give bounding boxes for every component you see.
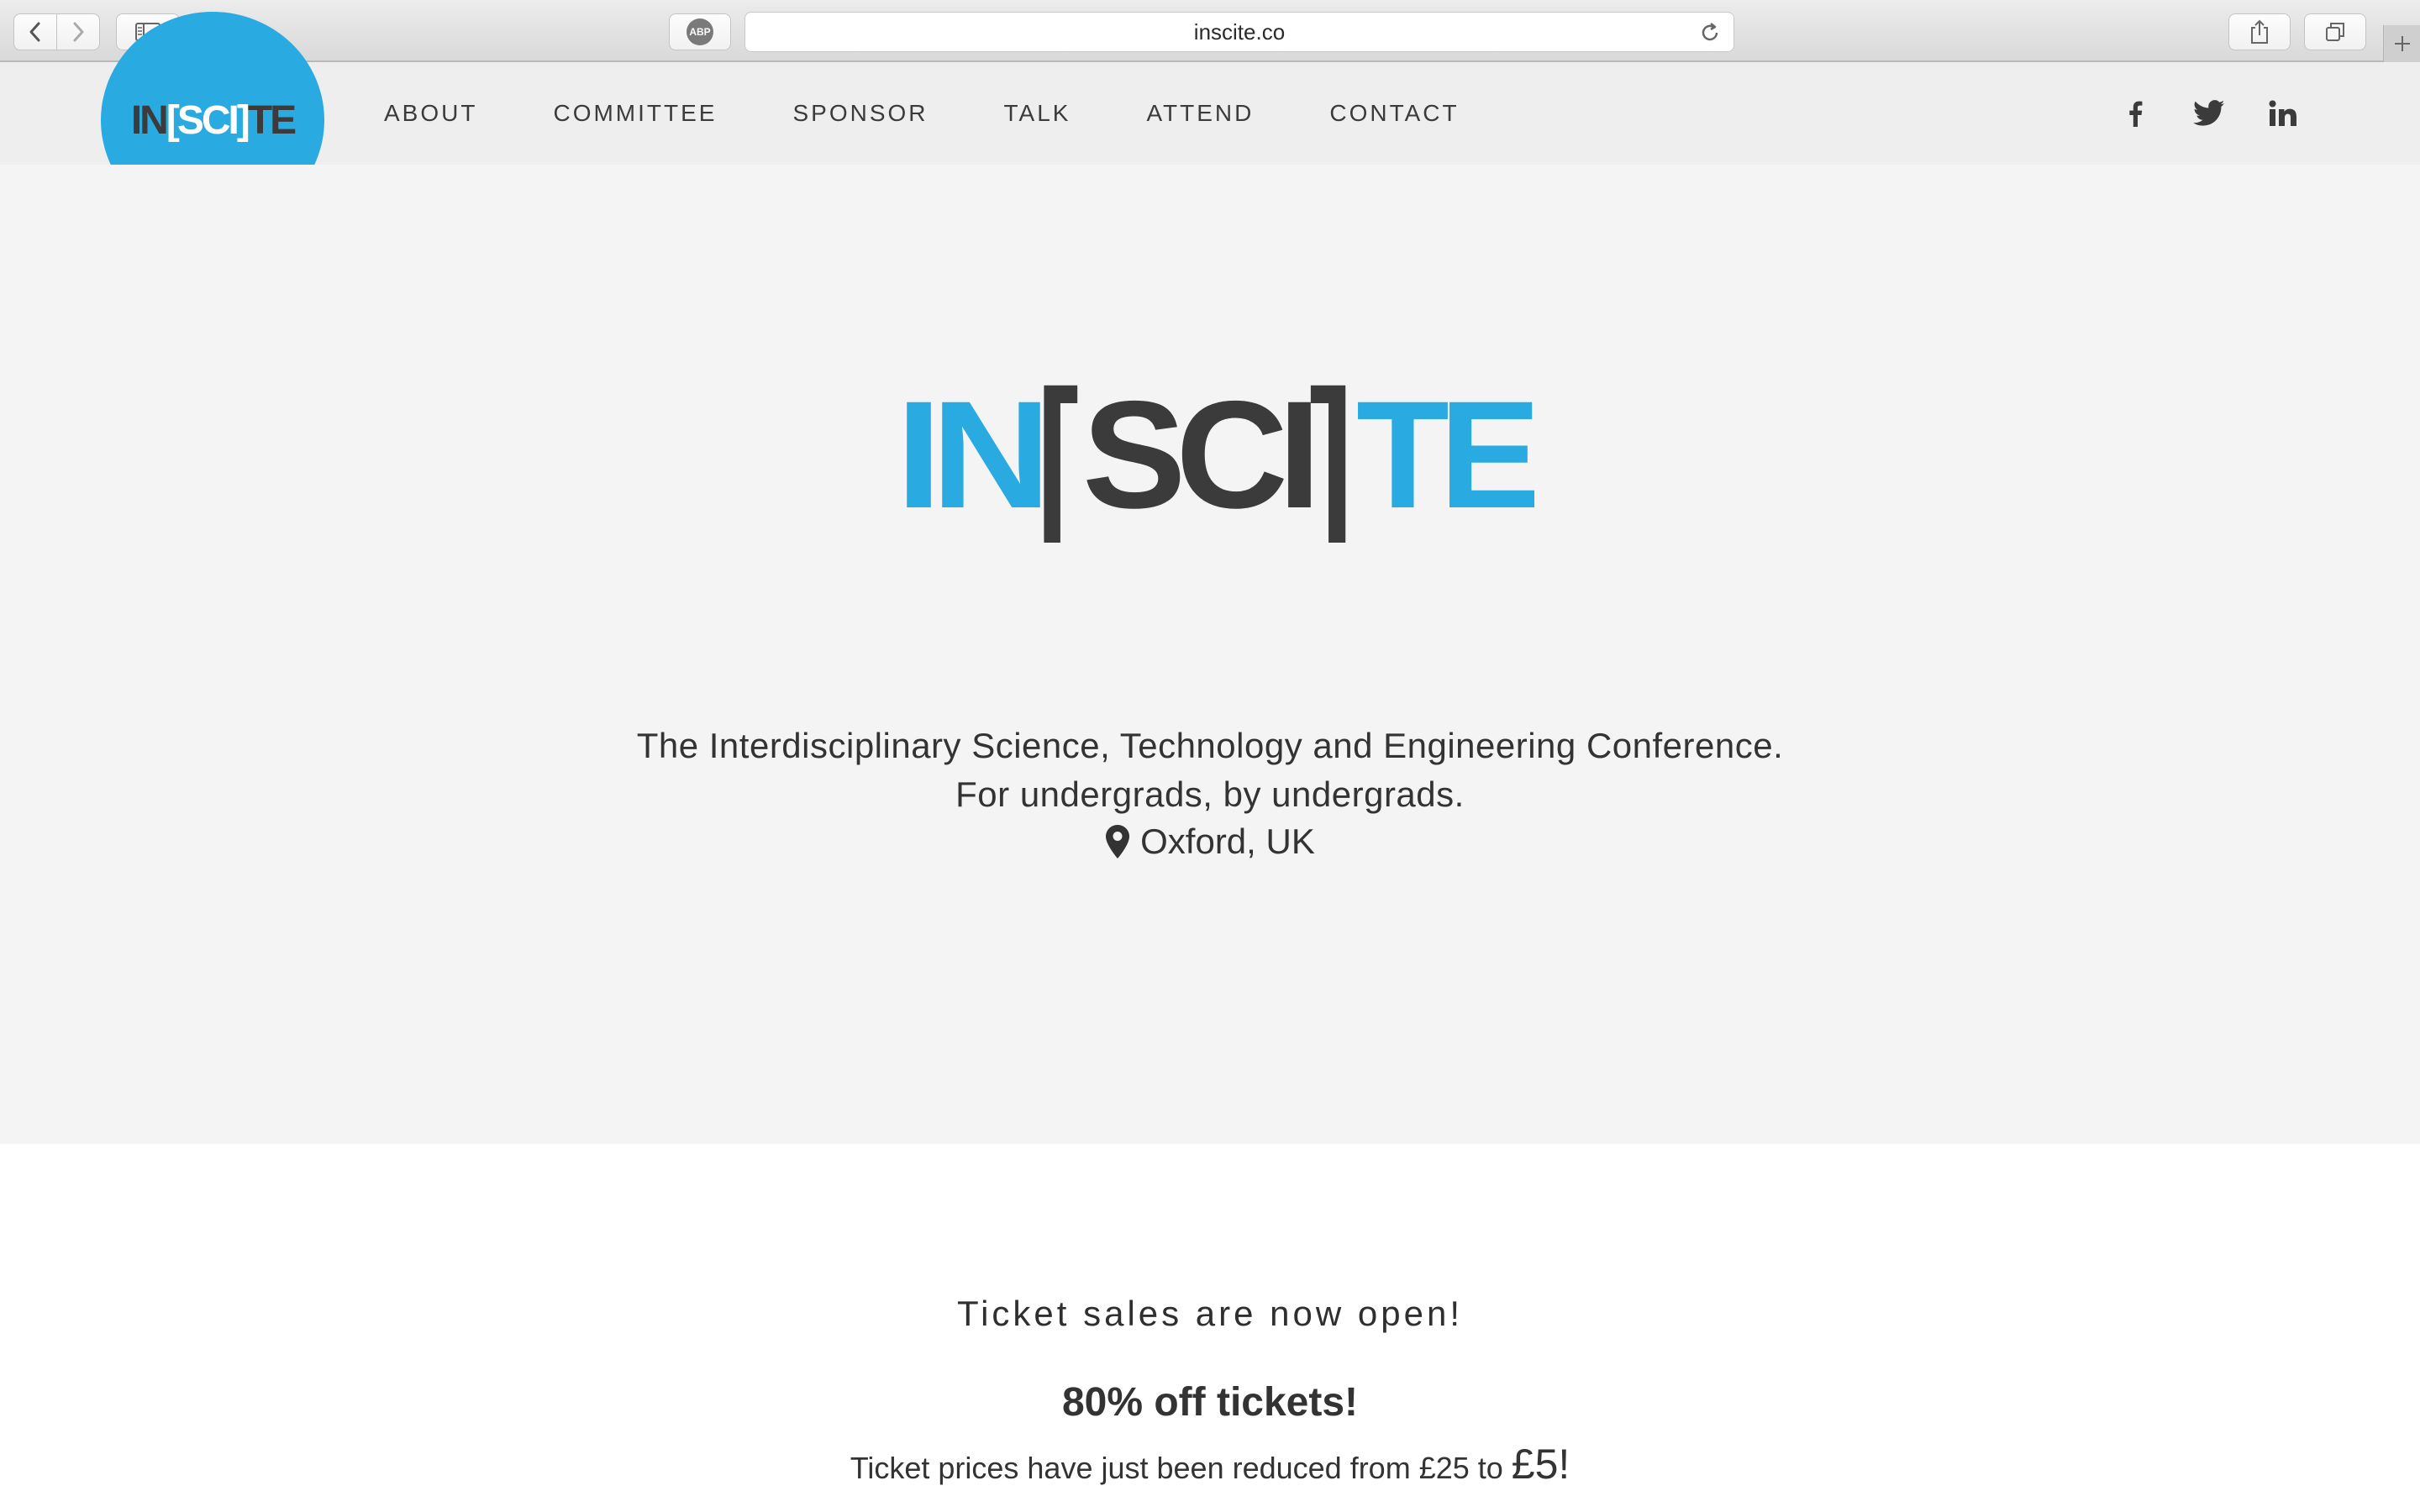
tickets-new-price: £5! — [1511, 1441, 1570, 1488]
twitter-icon — [2193, 100, 2225, 126]
plus-icon — [2395, 36, 2410, 51]
site-header: IN[SCI]TE ABOUT COMMITTEE SPONSOR TALK A… — [0, 12, 2420, 228]
hero-logo-in: IN — [896, 375, 1041, 540]
new-tab-button[interactable] — [2383, 25, 2420, 62]
hero-logo: IN [ SCI ] TE — [896, 375, 1534, 543]
main-nav: ABOUT COMMITTEE SPONSOR TALK ATTEND CONT… — [384, 62, 1535, 165]
share-icon — [2251, 19, 2268, 44]
tickets-section: Ticket sales are now open! 80% off ticke… — [0, 1144, 2420, 1512]
nav-about[interactable]: ABOUT — [384, 100, 477, 127]
facebook-link[interactable] — [2128, 62, 2143, 165]
logo-text-te: TE — [247, 98, 297, 143]
hero-logo-sci: SCI — [1082, 375, 1311, 540]
nav-talk[interactable]: TALK — [1004, 100, 1071, 127]
adblock-button[interactable]: ABP — [669, 13, 731, 50]
back-button[interactable] — [13, 13, 57, 50]
hero-logo-bracket-close: ] — [1309, 375, 1353, 543]
nav-contact[interactable]: CONTACT — [1329, 100, 1459, 127]
hero-location: Oxford, UK — [0, 822, 2420, 862]
hero-section: IN [ SCI ] TE The Interdisciplinary Scie… — [0, 165, 2420, 1144]
tab-overview-button[interactable] — [2304, 13, 2366, 50]
tickets-discount: 80% off tickets! — [1061, 1380, 1359, 1425]
address-bar[interactable]: inscite.co — [744, 12, 1734, 52]
forward-button[interactable] — [56, 13, 100, 50]
tickets-prices: Ticket prices have just been reduced fro… — [0, 1440, 2420, 1488]
nav-sponsor[interactable]: SPONSOR — [792, 100, 928, 127]
browser-toolbar: ABP inscite.co — [0, 0, 2420, 62]
chevron-left-icon — [29, 22, 40, 42]
nav-committee[interactable]: COMMITTEE — [553, 100, 717, 127]
logo-text-sci: [SCI] — [166, 98, 250, 143]
share-button[interactable] — [2228, 13, 2291, 50]
facebook-icon — [2129, 101, 2143, 127]
url-text: inscite.co — [1193, 18, 1286, 45]
logo-text-in: IN — [130, 98, 169, 143]
tabs-icon — [2326, 23, 2344, 41]
twitter-link[interactable] — [2193, 62, 2225, 165]
hero-logo-te: TE — [1356, 375, 1534, 540]
chevron-right-icon — [73, 22, 84, 42]
hero-subtagline: For undergrads, by undergrads. — [955, 774, 1465, 814]
hero-tagline: The Interdisciplinary Science, Technolog… — [636, 726, 1784, 765]
tickets-prices-text: Ticket prices have just been reduced fro… — [850, 1451, 1512, 1485]
site-logo: IN[SCI]TE — [101, 96, 324, 146]
linkedin-link[interactable] — [2269, 62, 2297, 165]
linkedin-icon — [2269, 100, 2296, 126]
hero-logo-bracket-open: [ — [1037, 375, 1079, 543]
nav-attend[interactable]: ATTEND — [1146, 100, 1254, 127]
tickets-heading: Ticket sales are now open! — [956, 1294, 1464, 1333]
map-pin-icon — [1106, 825, 1130, 858]
reload-icon[interactable] — [1698, 21, 1722, 45]
location-text: Oxford, UK — [1140, 822, 1315, 861]
adblock-icon: ABP — [687, 18, 713, 45]
